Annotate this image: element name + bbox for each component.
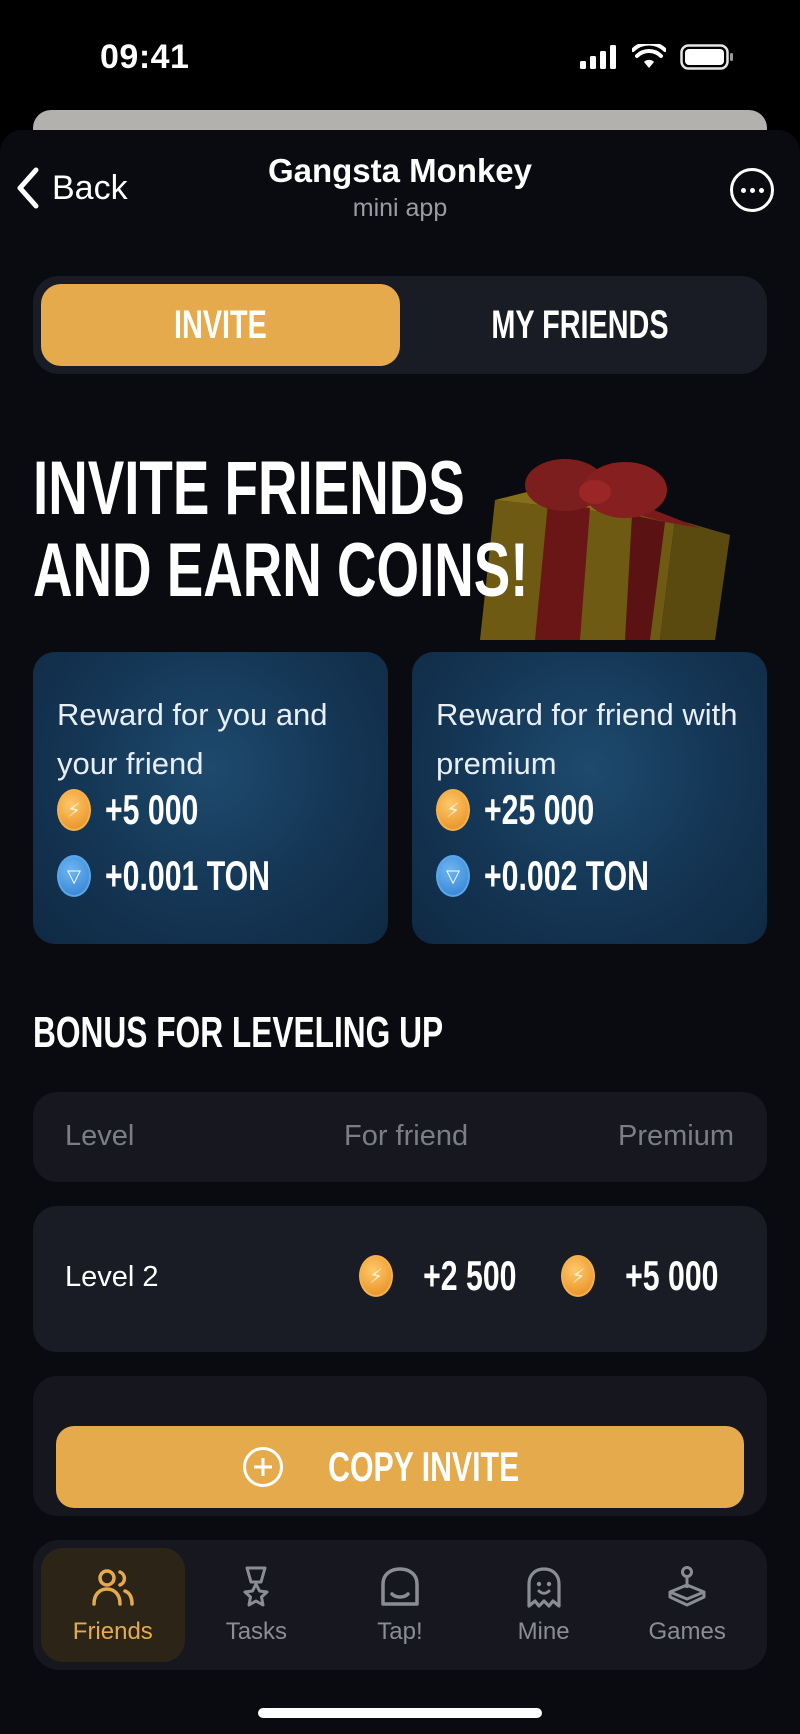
battery-icon	[680, 44, 733, 70]
medal-icon	[243, 1566, 269, 1607]
reward-ton-row: ▽ +0.001 TON	[57, 852, 334, 900]
tab-invite[interactable]: INVITE	[41, 284, 400, 366]
reward-description: Reward for you and your friend	[57, 697, 328, 781]
more-dot-icon	[749, 187, 755, 193]
ton-icon: ▽	[436, 855, 470, 897]
reward-description: Reward for friend with premium	[436, 697, 738, 781]
reward-ton-row: ▽ +0.002 TON	[436, 852, 713, 900]
reward-coins-row: ⚡ +5 000	[57, 786, 235, 834]
joystick-icon	[668, 1566, 706, 1607]
tap-icon	[381, 1567, 419, 1606]
column-for-friend: For friend	[344, 1120, 469, 1152]
table-row: Level 2 ⚡ +2 500 ⚡ +5 000	[33, 1206, 767, 1352]
home-indicator[interactable]	[258, 1708, 542, 1718]
copy-invite-button[interactable]: COPY INVITE	[56, 1426, 744, 1508]
tab-my-friends[interactable]: MY FRIENDS	[400, 284, 759, 366]
coin-icon: ⚡	[436, 789, 470, 831]
copy-invite-label: COPY INVITE	[328, 1443, 520, 1490]
bonus-table-header: Level For friend Premium	[33, 1092, 767, 1182]
wifi-icon	[632, 44, 666, 68]
more-options-button[interactable]	[730, 168, 774, 212]
reward-ton: +0.002 TON	[484, 852, 650, 899]
premium-cell: ⚡ +5 000	[561, 1252, 737, 1300]
nav-item-tap[interactable]: Tap!	[328, 1548, 472, 1662]
coin-icon: ⚡	[359, 1255, 393, 1297]
friends-icon	[92, 1569, 134, 1606]
app-title: Gangsta Monkey	[267, 152, 533, 189]
reward-coins: +25 000	[484, 786, 595, 833]
reward-card-standard: Reward for you and your friend ⚡ +5 000 …	[33, 652, 388, 944]
status-time: 09:41	[100, 38, 190, 76]
hero-line-2: AND EARN COINS!	[33, 528, 529, 613]
bonus-section-title: BONUS FOR LEVELING UP	[33, 1008, 444, 1057]
ghost-icon	[526, 1567, 561, 1608]
nav-label: Tasks	[225, 1618, 288, 1645]
mini-app: Back Gangsta Monkey mini app INVITE MY F…	[0, 130, 800, 1734]
plus-circle-icon	[243, 1447, 284, 1487]
top-bar: Back Gangsta Monkey mini app	[0, 130, 800, 240]
tab-invite-label: INVITE	[174, 302, 267, 347]
coin-icon: ⚡	[561, 1255, 596, 1297]
cellular-signal-icon	[580, 45, 616, 69]
status-bar: 09:41	[0, 0, 800, 110]
nav-item-tasks[interactable]: Tasks	[185, 1548, 329, 1662]
status-icons	[580, 44, 734, 70]
bottom-nav: Friends Tasks Tap! Mine Games	[33, 1540, 767, 1670]
level-name: Level 2	[65, 1261, 159, 1293]
reward-card-premium: Reward for friend with premium ⚡ +25 000…	[412, 652, 767, 944]
tab-switcher: INVITE MY FRIENDS	[33, 276, 767, 374]
nav-item-mine[interactable]: Mine	[472, 1548, 616, 1662]
column-premium: Premium	[617, 1120, 734, 1152]
nav-item-friends[interactable]: Friends	[41, 1548, 185, 1662]
nav-item-games[interactable]: Games	[615, 1548, 759, 1662]
tab-my-friends-label: MY FRIENDS	[490, 302, 669, 347]
premium-value: +5 000	[625, 1252, 719, 1299]
nav-label: Friends	[72, 1618, 153, 1645]
reward-coins-row: ⚡ +25 000	[436, 786, 637, 834]
more-dot-icon	[740, 187, 746, 193]
nav-label: Tap!	[377, 1618, 423, 1645]
app-subtitle: mini app	[352, 194, 448, 222]
column-level: Level	[65, 1120, 135, 1152]
reward-coins: +5 000	[105, 786, 199, 833]
more-dot-icon	[758, 187, 764, 193]
coin-icon: ⚡	[57, 789, 91, 831]
nav-label: Mine	[517, 1618, 570, 1645]
ton-icon: ▽	[57, 855, 91, 897]
reward-ton: +0.001 TON	[105, 852, 271, 899]
for-friend-cell: ⚡ +2 500	[359, 1252, 535, 1300]
hero-heading: INVITE FRIENDS AND EARN COINS!	[33, 448, 529, 612]
nav-label: Games	[648, 1618, 726, 1645]
for-friend-value: +2 500	[423, 1252, 517, 1299]
hero-line-1: INVITE FRIENDS	[33, 446, 465, 531]
